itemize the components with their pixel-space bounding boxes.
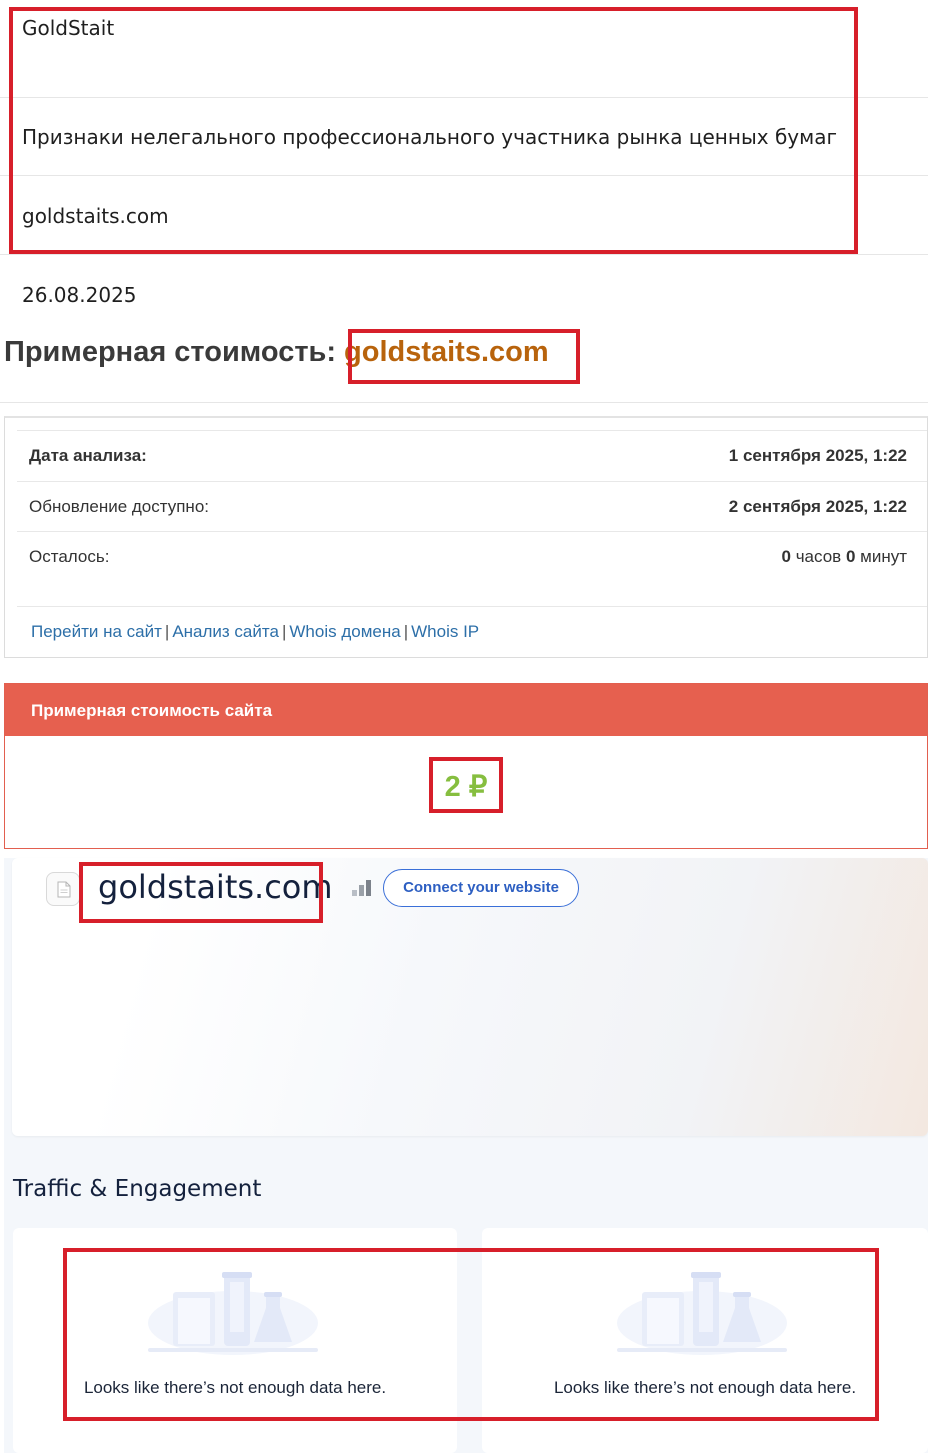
connect-website-button[interactable]: Connect your website — [383, 869, 579, 907]
whois-domain-link[interactable]: Whois домена — [289, 622, 400, 641]
panel-divider — [17, 606, 927, 607]
estimated-value-box: Примерная стоимость сайта 2 ₽ — [4, 683, 928, 849]
link-separator: | — [164, 622, 170, 641]
traffic-card-2: Looks like there’s not enough data here. — [482, 1228, 928, 1453]
update-available-label: Обновление доступно: — [29, 497, 210, 516]
info-row-description: Признаки нелегального профессионального … — [0, 98, 928, 176]
whois-ip-link[interactable]: Whois IP — [411, 622, 479, 641]
lab-flasks-icon — [617, 1272, 787, 1355]
site-header-card: goldstaits.com Connect your website — [12, 858, 928, 1136]
divider — [0, 402, 928, 403]
remaining-minutes-unit: минут — [860, 547, 907, 566]
analysis-row-date: Дата анализа: 1 сентября 2025, 1:22 — [17, 430, 927, 480]
update-available-value: 2 сентября 2025, 1:22 — [728, 497, 907, 516]
traffic-card-1: Looks like there’s not enough data here. — [13, 1228, 457, 1453]
analysis-panel: Дата анализа: 1 сентября 2025, 1:22 Обно… — [4, 416, 928, 658]
link-separator: | — [403, 622, 409, 641]
page-title: Примерная стоимость: goldstaits.com — [4, 336, 549, 369]
go-to-site-link[interactable]: Перейти на сайт — [31, 622, 162, 641]
not-enough-data-message: Looks like there’s not enough data here. — [83, 1378, 387, 1397]
remaining-value: 0 часов 0 минут — [782, 547, 908, 567]
analysis-row-update: Обновление доступно: 2 сентября 2025, 1:… — [17, 481, 927, 531]
not-enough-data-message: Looks like there’s not enough data here. — [553, 1378, 857, 1397]
rank-bars-icon — [352, 880, 371, 896]
company-description: Признаки нелегального профессионального … — [22, 125, 837, 149]
site-analysis-link[interactable]: Анализ сайта — [172, 622, 279, 641]
remaining-hours-unit: часов — [795, 547, 842, 566]
analysis-row-remaining: Осталось: 0 часов 0 минут — [17, 531, 927, 581]
info-row-site: goldstaits.com — [0, 176, 928, 255]
site-domain: goldstaits.com — [98, 868, 333, 906]
link-separator: | — [281, 622, 287, 641]
estimated-value-header: Примерная стоимость сайта — [5, 684, 927, 736]
analysis-date-value: 1 сентября 2025, 1:22 — [728, 446, 907, 465]
analysis-date-label: Дата анализа: — [29, 446, 147, 465]
remaining-minutes: 0 — [845, 547, 856, 566]
action-links: Перейти на сайт | Анализ сайта | Whois домен… — [31, 622, 479, 642]
page-title-domain: goldstaits.com — [344, 336, 549, 368]
info-date: 26.08.2025 — [22, 283, 137, 307]
company-name: GoldStait — [22, 16, 115, 40]
page-icon — [46, 872, 80, 906]
section-title: Traffic & Engagement — [13, 1176, 262, 1202]
lab-flasks-icon — [148, 1272, 318, 1355]
company-site: goldstaits.com — [22, 204, 169, 228]
estimated-value-amount: 2 ₽ — [444, 771, 488, 803]
page-title-label: Примерная стоимость: — [4, 336, 337, 368]
info-row-name: GoldStait — [0, 0, 928, 98]
traffic-section: goldstaits.com Connect your website Traf… — [4, 858, 928, 1453]
remaining-label: Осталось: — [29, 547, 110, 566]
remaining-hours: 0 — [781, 547, 791, 566]
